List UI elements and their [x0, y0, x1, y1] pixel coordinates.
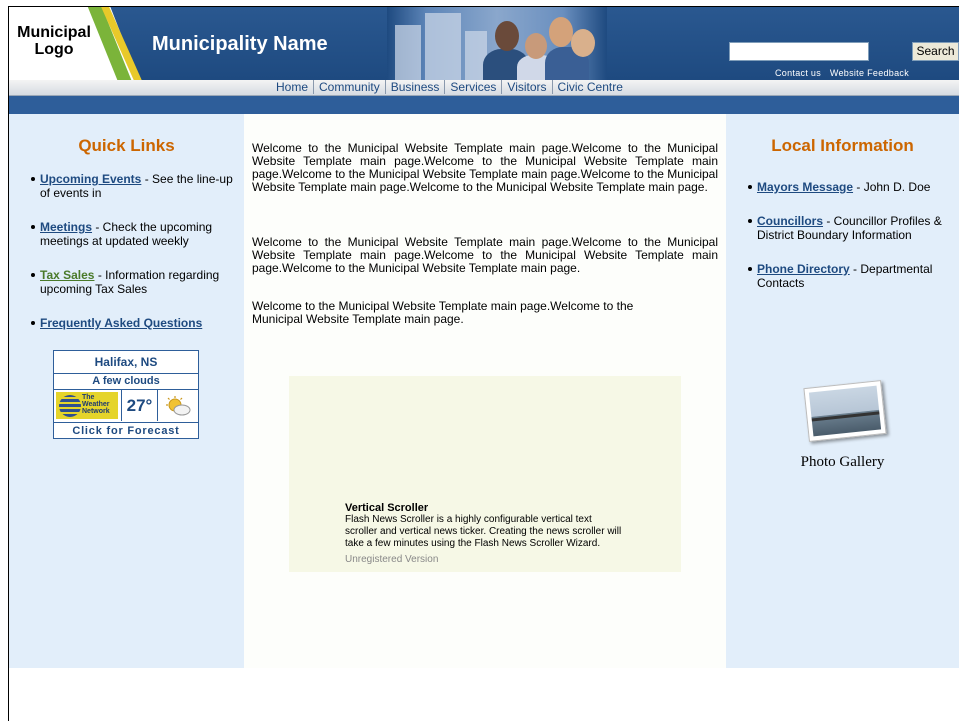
search-input[interactable] [729, 42, 869, 61]
faq-link[interactable]: Frequently Asked Questions [40, 316, 202, 330]
quick-links-list: Upcoming Events - See the line-up of eve… [9, 172, 244, 330]
header-photo [387, 7, 607, 80]
church-building [395, 25, 421, 80]
upcoming-events-link[interactable]: Upcoming Events [40, 172, 141, 186]
scroller-text: Flash News Scroller is a highly configur… [345, 514, 622, 549]
unregistered-watermark: Unregistered Version [345, 554, 439, 565]
weather-network-text: The Weather Network [82, 394, 110, 415]
nav-business[interactable]: Business [385, 80, 446, 94]
local-information-heading: Local Information [771, 136, 914, 155]
person-figure [495, 21, 519, 51]
scroller-title: Vertical Scroller [345, 502, 429, 514]
contact-us-link[interactable]: Contact us [775, 68, 821, 78]
quick-links-heading: Quick Links [78, 136, 175, 155]
logo-word: Weather [82, 401, 110, 408]
weather-temperature: 27° [121, 390, 158, 421]
right-sidebar: Local Information Mayors Message - John … [726, 114, 959, 668]
website-feedback-link[interactable]: Website Feedback [830, 68, 909, 78]
bridge-shape [811, 411, 880, 422]
weather-row: The Weather Network 27° [54, 390, 198, 423]
list-item: Tax Sales - Information regarding upcomi… [9, 268, 244, 296]
nav-items: Home Community Business Services Visitors Civ… [271, 80, 628, 95]
list-item: Phone Directory - Departmental Contacts [726, 262, 959, 290]
photo-gallery-thumbnail[interactable] [803, 380, 887, 442]
tax-sales-link[interactable]: Tax Sales [40, 268, 94, 282]
left-sidebar: Quick Links Upcoming Events - See the li… [9, 114, 244, 668]
person-figure [549, 17, 573, 47]
meetings-link[interactable]: Meetings [40, 220, 92, 234]
municipal-logo[interactable]: Municipal Logo [14, 24, 94, 58]
news-scroller[interactable]: Vertical Scroller Flash News Scroller is… [289, 376, 681, 572]
sun-cloud-icon [162, 395, 192, 417]
nav-home[interactable]: Home [271, 80, 315, 94]
logo-word: The [82, 394, 95, 401]
weather-city: Halifax, NS [54, 351, 198, 374]
list-item: Meetings - Check the upcoming meetings a… [9, 220, 244, 248]
person-figure [571, 29, 595, 57]
main-nav: Home Community Business Services Visitors Civ… [9, 80, 959, 96]
list-item: Frequently Asked Questions [9, 316, 244, 330]
bridge-photo [808, 385, 882, 437]
list-item: Councillors - Councillor Profiles & Dist… [726, 214, 959, 242]
welcome-paragraph: Welcome to the Municipal Website Templat… [252, 235, 718, 275]
search-button[interactable]: Search [912, 42, 959, 61]
welcome-paragraph: Welcome to the Municipal Website Templat… [252, 299, 634, 326]
nav-community[interactable]: Community [314, 80, 386, 94]
phone-directory-link[interactable]: Phone Directory [757, 262, 850, 276]
nav-visitors[interactable]: Visitors [502, 80, 553, 94]
main-content: Welcome to the Municipal Website Templat… [244, 114, 726, 668]
councillors-link[interactable]: Councillors [757, 214, 823, 228]
list-item: Upcoming Events - See the line-up of eve… [9, 172, 244, 200]
nav-civic-centre[interactable]: Civic Centre [553, 80, 628, 94]
header-links: Contact us Website Feedback [769, 68, 909, 78]
local-info-list: Mayors Message - John D. Doe Councillors… [726, 180, 959, 290]
person-figure [525, 33, 547, 59]
church-building [425, 13, 461, 80]
globe-icon [59, 395, 81, 417]
weather-widget[interactable]: Halifax, NS A few clouds The Weather Net… [53, 350, 199, 439]
header-divider-bar [9, 96, 959, 114]
page-frame: Municipal Logo Municipality Name Search … [8, 6, 959, 721]
photo-gallery-link[interactable]: Photo Gallery [726, 454, 959, 471]
nav-services[interactable]: Services [445, 80, 503, 94]
welcome-paragraph: Welcome to the Municipal Website Templat… [252, 141, 718, 194]
logo-word: Network [82, 408, 110, 415]
weather-condition: A few clouds [54, 374, 198, 390]
link-description: - John D. Doe [853, 180, 931, 194]
weather-network-logo: The Weather Network [56, 392, 118, 419]
list-item: Mayors Message - John D. Doe [726, 180, 959, 194]
site-header: Municipal Logo Municipality Name Search … [9, 7, 959, 80]
municipality-name[interactable]: Municipality Name [152, 33, 328, 56]
mayors-message-link[interactable]: Mayors Message [757, 180, 853, 194]
forecast-link[interactable]: Click for Forecast [54, 423, 198, 439]
